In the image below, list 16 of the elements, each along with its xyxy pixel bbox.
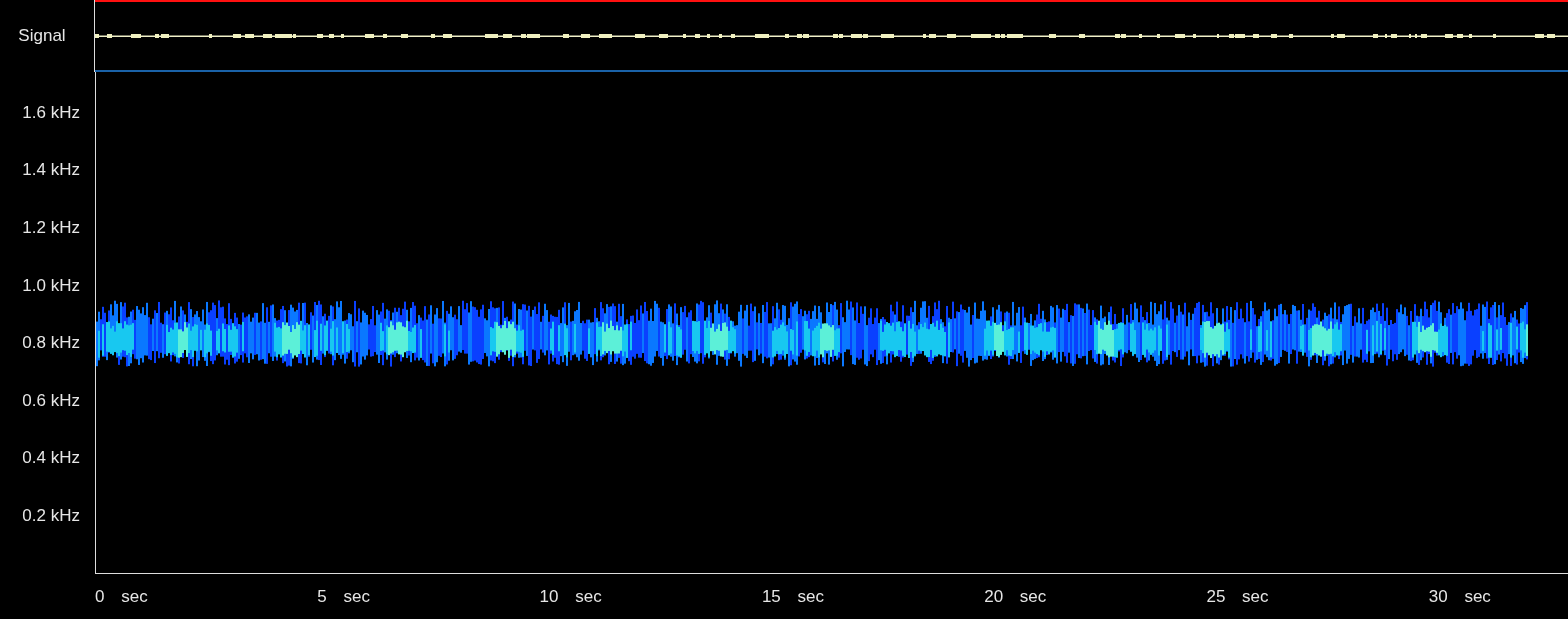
y-axis-label: 0.6 kHz (22, 390, 80, 411)
x-axis-label: 30 sec (1428, 586, 1491, 606)
x-axis-label: 0 sec (95, 586, 148, 606)
x-axis-label: 25 sec (1206, 586, 1269, 606)
y-axis-label: 0.4 kHz (22, 448, 80, 469)
y-axis-label: 1.0 kHz (22, 275, 80, 296)
x-axis-label: 10 sec (539, 586, 602, 606)
signal-label: Signal (18, 26, 66, 46)
x-axis-label: 5 sec (317, 586, 370, 606)
y-axis-label: 1.2 kHz (22, 218, 80, 238)
y-axis-label: 0.8 kHz (22, 333, 80, 354)
y-axis-label: 1.4 kHz (22, 160, 80, 181)
y-axis-label: 1.6 kHz (22, 102, 80, 123)
x-axis-label: 20 sec (984, 586, 1047, 606)
y-axis-label: 0.2 kHz (22, 505, 80, 526)
x-axis-label: 15 sec (761, 586, 824, 606)
